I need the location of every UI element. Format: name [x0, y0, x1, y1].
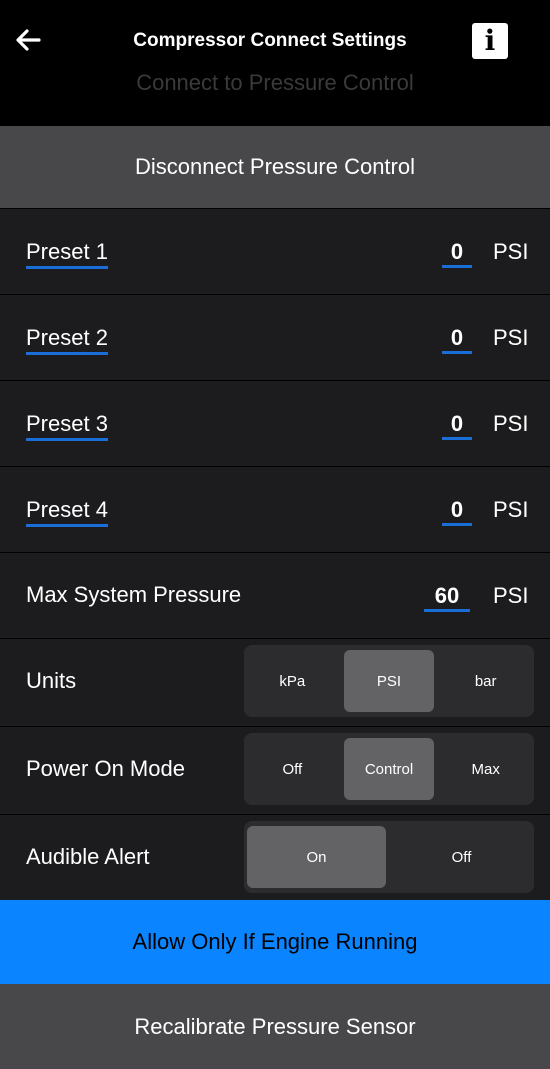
- preset-2-unit: PSI: [493, 325, 529, 350]
- power-on-mode-option-off[interactable]: Off: [247, 738, 338, 800]
- units-option-bar[interactable]: bar: [440, 650, 531, 712]
- audible-alert-option-on[interactable]: On: [247, 826, 386, 888]
- preset-4-value-input[interactable]: 0: [442, 497, 472, 526]
- preset-2-value-input[interactable]: 0: [442, 325, 472, 354]
- connect-status-text: Connect to Pressure Control: [136, 70, 414, 95]
- power-on-mode-row: Power On Mode Off Control Max: [0, 726, 550, 810]
- page-title: Compressor Connect Settings: [133, 30, 407, 51]
- preset-row-2: Preset 2 0 PSI: [0, 294, 550, 378]
- power-on-mode-option-control[interactable]: Control: [343, 738, 435, 800]
- preset-row-1: Preset 1 0 PSI: [0, 208, 550, 292]
- max-system-pressure-row: Max System Pressure 60 PSI: [0, 552, 550, 636]
- preset-3-value-input[interactable]: 0: [442, 411, 472, 440]
- units-option-psi[interactable]: PSI: [343, 650, 435, 712]
- preset-1-label[interactable]: Preset 1: [26, 239, 108, 269]
- app-header: Compressor Connect Settings Connect to P…: [0, 0, 550, 126]
- audible-alert-option-off[interactable]: Off: [392, 826, 531, 888]
- power-on-mode-label: Power On Mode: [26, 755, 185, 781]
- units-row: Units kPa PSI bar: [0, 638, 550, 722]
- preset-1-unit: PSI: [493, 239, 529, 264]
- preset-4-unit: PSI: [493, 497, 529, 522]
- audible-alert-label: Audible Alert: [26, 843, 150, 869]
- info-icon: i: [484, 24, 496, 57]
- max-system-pressure-label: Max System Pressure: [26, 581, 242, 607]
- disconnect-pressure-control-button[interactable]: Disconnect Pressure Control: [0, 126, 550, 208]
- allow-only-if-engine-running-button[interactable]: Allow Only If Engine Running: [0, 900, 550, 984]
- preset-row-3: Preset 3 0 PSI: [0, 380, 550, 464]
- preset-2-label[interactable]: Preset 2: [26, 325, 108, 355]
- preset-1-value-input[interactable]: 0: [442, 239, 472, 268]
- max-system-pressure-unit: PSI: [493, 583, 529, 608]
- recalibrate-pressure-sensor-button[interactable]: Recalibrate Pressure Sensor: [0, 984, 550, 1069]
- power-on-mode-option-max[interactable]: Max: [440, 738, 531, 800]
- preset-3-label[interactable]: Preset 3: [26, 411, 108, 441]
- units-option-kpa[interactable]: kPa: [247, 650, 338, 712]
- max-system-pressure-input[interactable]: 60: [424, 583, 470, 612]
- info-button[interactable]: i: [472, 23, 508, 59]
- preset-4-label[interactable]: Preset 4: [26, 497, 108, 527]
- preset-3-unit: PSI: [493, 411, 529, 436]
- power-on-mode-segmented-control: Off Control Max: [244, 733, 534, 805]
- audible-alert-segmented-control: On Off: [244, 821, 534, 893]
- preset-row-4: Preset 4 0 PSI: [0, 466, 550, 550]
- units-segmented-control: kPa PSI bar: [244, 645, 534, 717]
- units-label: Units: [26, 667, 77, 693]
- audible-alert-row: Audible Alert On Off: [0, 814, 550, 898]
